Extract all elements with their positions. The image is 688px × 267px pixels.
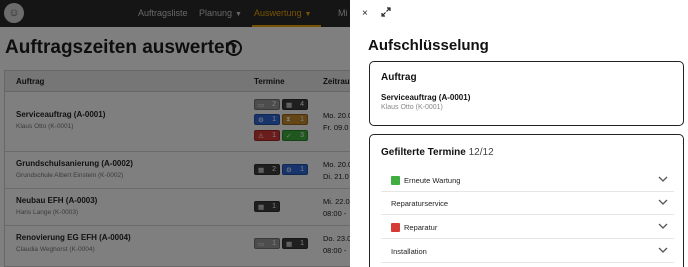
- accordion-label: Installation: [391, 247, 427, 256]
- accordion-label: Erneute Wartung: [404, 176, 461, 185]
- drawer-title: Aufschlüsselung: [368, 37, 489, 54]
- accordion-label: Reparaturservice: [391, 199, 449, 208]
- order-customer: Klaus Otto (K-0001): [381, 104, 443, 111]
- filtered-heading-label: Gefilterte Termine: [381, 147, 466, 158]
- chevron-down-icon[interactable]: [658, 198, 668, 206]
- status-square-red-icon: [391, 223, 400, 232]
- chevron-down-icon[interactable]: [658, 222, 668, 230]
- accordion-item[interactable]: Reparaturservice: [381, 193, 674, 215]
- order-card-heading: Auftrag: [381, 72, 417, 83]
- accordion-item[interactable]: Erneute Wartung: [381, 170, 674, 192]
- chevron-down-icon[interactable]: [658, 246, 668, 254]
- modal-backdrop[interactable]: [0, 0, 350, 267]
- order-card: Auftrag Serviceauftrag (A-0001) Klaus Ot…: [369, 61, 684, 126]
- expand-icon[interactable]: [381, 7, 391, 17]
- status-square-green-icon: [391, 176, 400, 185]
- accordion-item[interactable]: Installation: [381, 241, 674, 263]
- order-name: Serviceauftrag (A-0001): [381, 93, 471, 102]
- accordion-item[interactable]: Reparatur: [381, 217, 674, 239]
- filtered-appointments-card: Gefilterte Termine 12/12 Erneute Wartung…: [369, 134, 684, 267]
- close-icon[interactable]: ×: [362, 8, 368, 19]
- filtered-count: 12/12: [468, 147, 494, 158]
- chevron-down-icon[interactable]: [658, 175, 668, 183]
- accordion-label: Reparatur: [404, 223, 438, 232]
- filtered-heading: Gefilterte Termine 12/12: [381, 147, 494, 158]
